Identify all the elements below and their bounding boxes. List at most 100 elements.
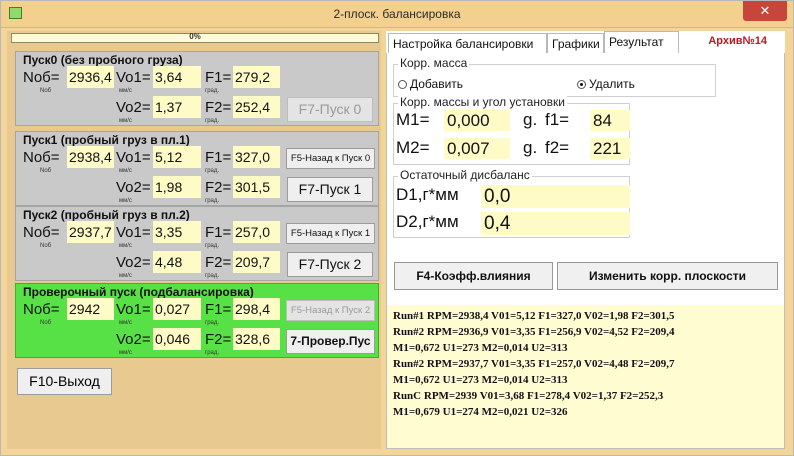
run0-vo2-value: 1,37 [153,96,201,118]
progress-bar: 0% [11,32,379,43]
influence-coeff-button[interactable]: F4-Коэфф.влияния [394,262,553,290]
close-button[interactable]: ✕ [743,1,787,21]
radio-remove-indicator [577,80,586,89]
nob-label: Nоб= [23,149,60,166]
title-bar: 2-плоск. балансировка ✕ [1,1,793,28]
run1-vo1-value: 5,12 [153,146,201,168]
check-nob-value: 2942 [67,298,114,320]
vo1-label: Vo1= [116,224,151,241]
nob-sub: Nоб [40,88,52,94]
radio-add[interactable]: Добавить [398,77,463,91]
run2-f1-value: 257,0 [233,221,280,243]
corr-angles-group: Корр. массы и угол установки M1= 0,000 g… [393,95,630,165]
run1-vo2-value: 1,98 [153,176,201,198]
residual-title: Остаточный дисбаланс [398,168,532,182]
vo2-sub: мм/с [119,118,132,124]
run0-panel: Пуск0 (без пробного груза) Nоб= Nоб 2936… [15,51,379,126]
check-run-title: Проверочный пуск (подбалансировка) [23,285,254,299]
f1-sub: град. [205,168,220,174]
run0-start-button[interactable]: F7-Пуск 0 [287,97,373,122]
m2-value: 0,007 [444,138,510,159]
f1-angle-value: 84 [590,110,630,131]
tab-balancing-setup[interactable]: Настройка балансировки [388,33,547,53]
run1-panel: Пуск1 (пробный груз в пл.1) Nоб= Nоб 293… [15,131,379,206]
d2-label: D2,г*мм [396,212,459,231]
vo1-label: Vo1= [116,69,151,86]
radio-remove[interactable]: Удалить [577,77,635,91]
run1-f2-value: 301,5 [233,176,280,198]
vo1-sub: мм/с [119,168,132,174]
exit-button[interactable]: F10-Выход [17,368,112,395]
run1-f1-value: 327,0 [233,146,280,168]
check-run-button[interactable]: 7-Провер.Пус [286,329,375,354]
run1-start-button[interactable]: F7-Пуск 1 [287,177,373,202]
check-f2-value: 328,6 [233,328,280,350]
run2-vo1-value: 3,35 [153,221,201,243]
vo2-label: Vo2= [116,99,151,116]
tab-graphs[interactable]: Графики [547,33,604,53]
f1-label: F1= [205,149,232,166]
m2-label: M2= [396,138,430,157]
vo1-sub: мм/с [119,320,132,326]
back-to-run1-button[interactable]: F5-Назад к Пуск 1 [286,223,375,244]
vo1-label: Vo1= [116,149,151,166]
f1-label: F1= [205,69,232,86]
back-to-run0-button[interactable]: F5-Назад к Пуск 0 [286,148,375,169]
run2-title: Пуск2 (пробный груз в пл.2) [23,208,190,222]
run1-title: Пуск1 (пробный груз в пл.1) [23,133,190,147]
check-vo1-value: 0,027 [153,298,201,320]
nob-label: Nоб= [23,69,60,86]
window-title: 2-плоск. балансировка [333,7,461,21]
vo1-sub: мм/с [119,88,132,94]
radio-add-indicator [398,80,407,89]
run2-f2-value: 209,7 [233,251,280,273]
change-planes-button[interactable]: Изменить корр. плоскости [557,262,778,290]
d1-label: D1,г*мм [396,185,459,204]
f2-label: F2= [205,179,232,196]
tab-strip: Настройка балансировки Графики Результат… [386,31,785,54]
run2-start-button[interactable]: F7-Пуск 2 [287,252,373,277]
f1-sub: град. [205,243,220,249]
run0-f1-value: 279,2 [233,66,280,88]
f2-label: F2= [205,99,232,116]
f2-angle-label: f2= [545,138,570,157]
check-vo2-value: 0,046 [153,328,201,350]
back-to-run2-button[interactable]: F5-Назад к Пуск 2 [286,300,375,321]
nob-sub: Nоб [40,320,52,326]
vo1-sub: мм/с [119,243,132,249]
f1-sub: град. [205,320,220,326]
nob-sub: Nоб [40,243,52,249]
corr-mass-group: Корр. масса Добавить Удалить [393,56,716,97]
run0-title: Пуск0 (без пробного груза) [23,53,183,67]
g2-label: g. [523,138,538,157]
run0-vo1-value: 3,64 [153,66,201,88]
vo2-label: Vo2= [116,179,151,196]
radio-remove-label: Удалить [589,77,635,91]
vo2-sub: мм/с [119,198,132,204]
tab-result[interactable]: Результат [604,31,679,54]
run2-panel: Пуск2 (пробный груз в пл.2) Nоб= Nоб 293… [15,206,379,281]
log-line: Run#2 RPM=2937,7 V01=3,35 F1=257,0 V02=4… [393,358,675,370]
log-line: M1=0,672 U1=273 M2=0,014 U2=313 [393,342,568,354]
f2-label: F2= [205,331,232,348]
m1-value: 0,000 [444,110,510,131]
m1-label: M1= [396,110,430,129]
f2-sub: град. [205,198,220,204]
run0-f2-value: 252,4 [233,96,280,118]
progress-text: 0% [189,32,201,41]
run2-vo2-value: 4,48 [153,251,201,273]
log-line: M1=0,679 U1=274 M2=0,021 U2=326 [393,406,568,418]
f2-sub: град. [205,118,220,124]
nob-sub: Nоб [40,168,52,174]
nob-label: Nоб= [23,301,60,318]
results-log: Run#1 RPM=2938,4 V01=5,12 F1=327,0 V02=1… [389,307,782,447]
vo2-sub: мм/с [119,350,132,356]
log-line: RunC RPM=2939 V01=3,68 F1=278,4 V02=1,37… [393,390,664,402]
f1-label: F1= [205,224,232,241]
g1-label: g. [523,110,538,129]
check-run-panel: Проверочный пуск (подбалансировка) Nоб= … [15,283,379,358]
log-line: M1=0,672 U1=273 M2=0,014 U2=313 [393,374,568,386]
nob-label: Nоб= [23,224,60,241]
f2-angle-value: 221 [590,138,630,159]
log-line: Run#2 RPM=2936,9 V01=3,35 F1=256,9 V02=4… [393,326,675,338]
